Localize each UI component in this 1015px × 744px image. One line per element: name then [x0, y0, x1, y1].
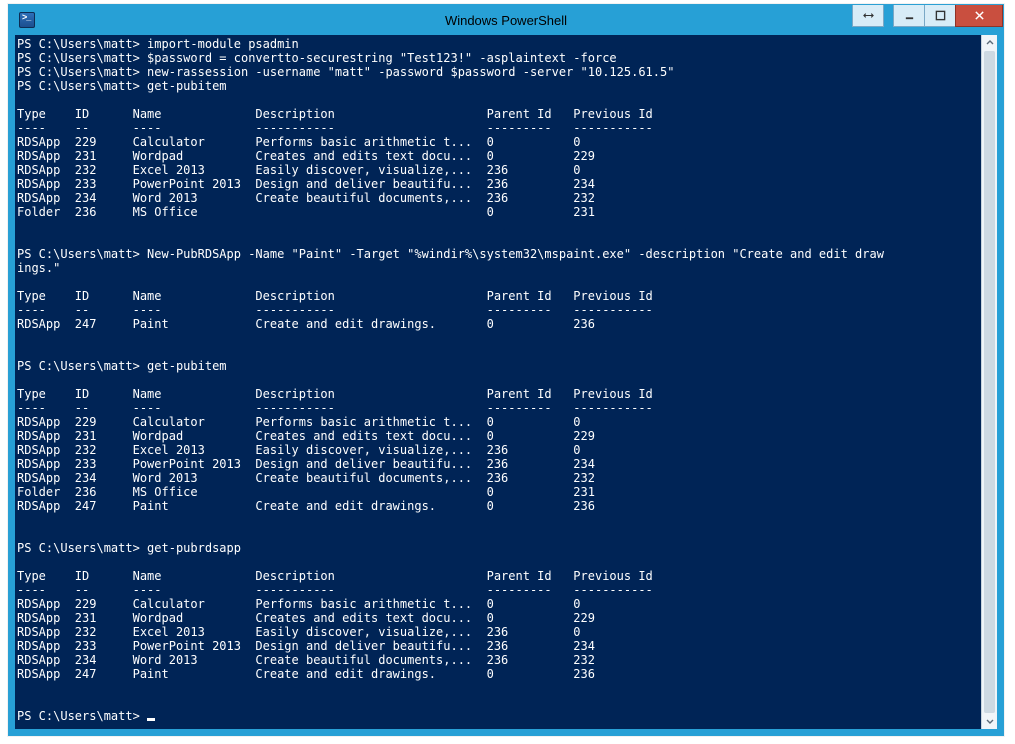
maximize-icon	[935, 10, 946, 21]
minimize-button[interactable]	[893, 5, 925, 27]
titlebar[interactable]: Windows PowerShell	[9, 5, 1003, 35]
chevron-up-icon	[985, 38, 995, 48]
scroll-up-button[interactable]	[982, 35, 997, 51]
input-cursor	[147, 718, 155, 721]
close-button[interactable]	[955, 5, 1003, 27]
chevron-down-icon	[985, 716, 995, 726]
terminal-output[interactable]: PS C:\Users\matt> import-module psadmin …	[15, 35, 981, 729]
resize-arrows-button[interactable]	[852, 5, 884, 27]
maximize-button[interactable]	[924, 5, 956, 27]
close-icon	[974, 10, 985, 21]
window-controls	[853, 5, 1003, 27]
minimize-icon	[904, 10, 915, 21]
scroll-down-button[interactable]	[982, 713, 997, 729]
powershell-icon	[19, 12, 35, 28]
system-menu-icon[interactable]	[13, 6, 41, 34]
resize-icon	[863, 10, 874, 21]
scroll-track[interactable]	[982, 51, 997, 713]
client-area: PS C:\Users\matt> import-module psadmin …	[15, 35, 997, 729]
vertical-scrollbar[interactable]	[981, 35, 997, 729]
powershell-window: Windows PowerShell PS C:\Users\matt> imp…	[8, 4, 1004, 736]
scroll-thumb[interactable]	[984, 51, 995, 713]
